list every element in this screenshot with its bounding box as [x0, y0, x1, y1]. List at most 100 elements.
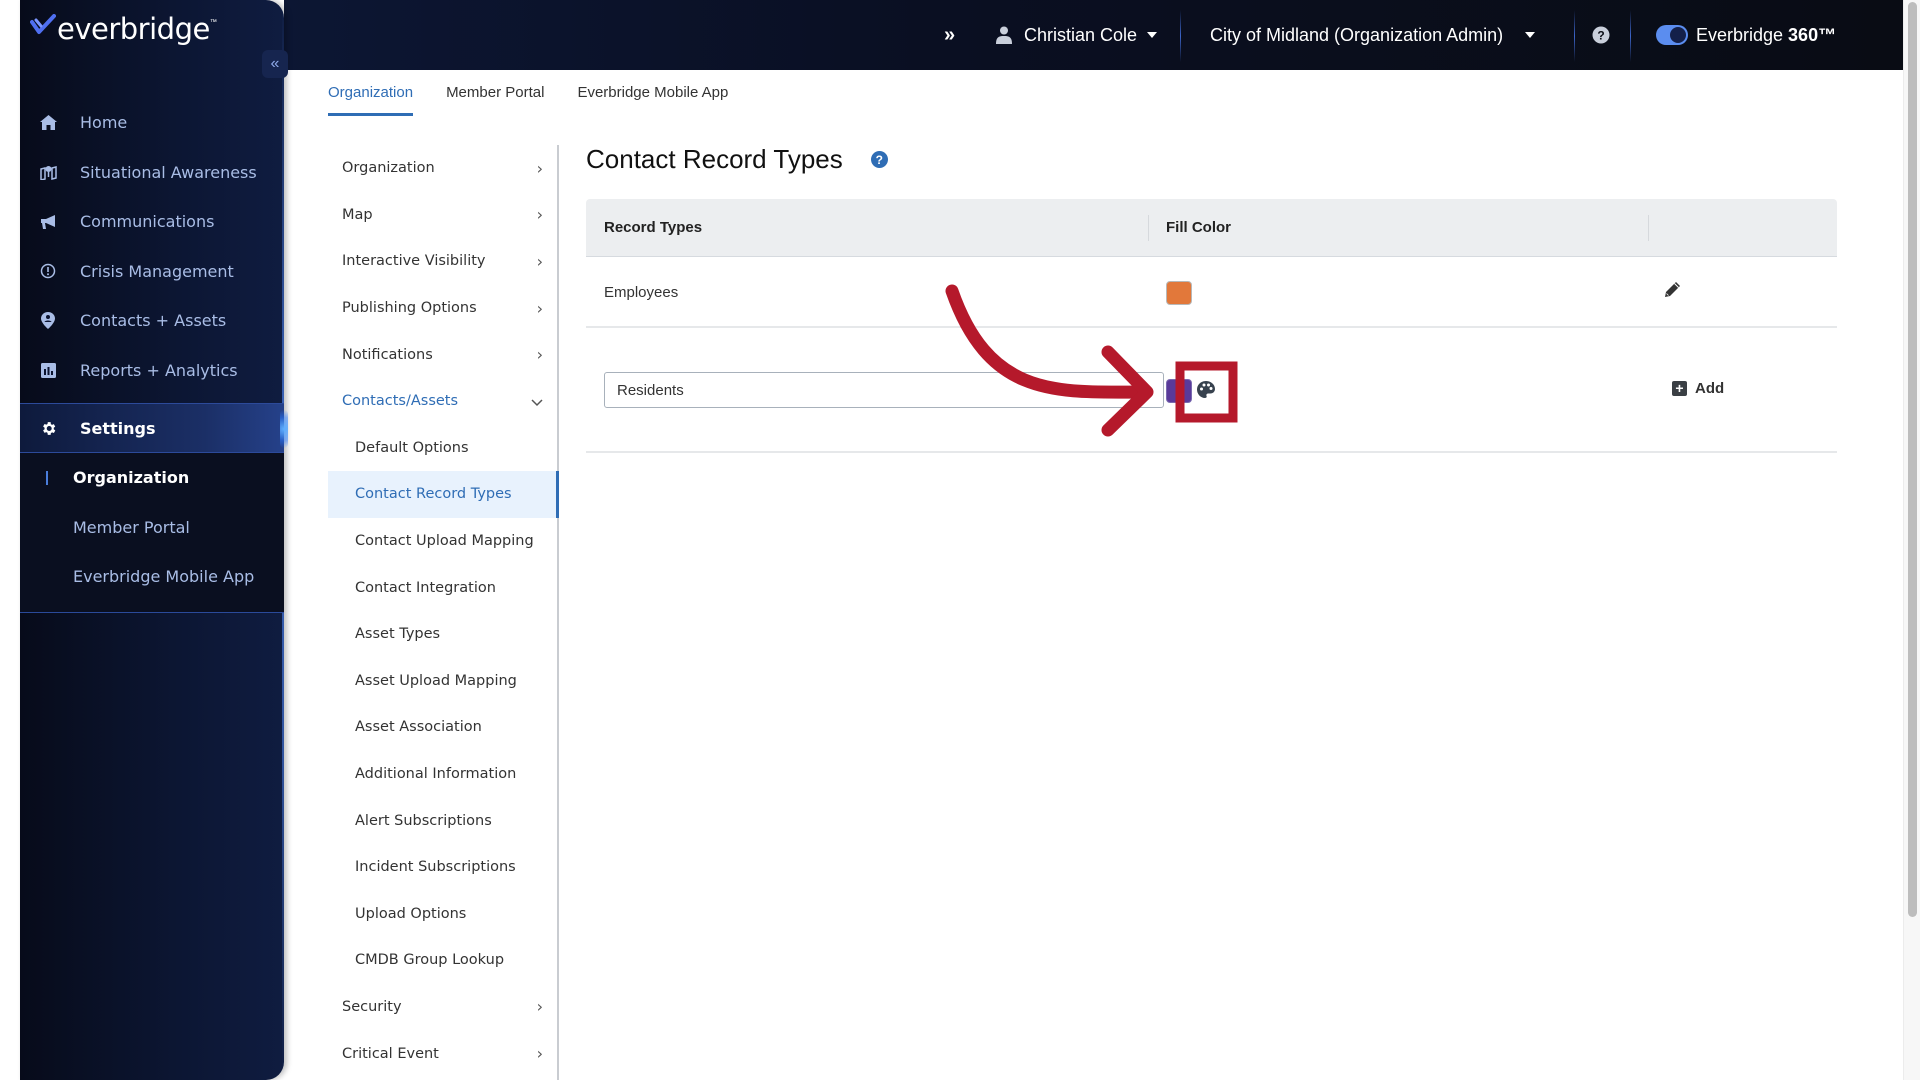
topbar-divider	[1574, 10, 1575, 62]
column-header-fill-color: Fill Color	[1166, 219, 1231, 236]
secnav-map[interactable]: Map ›	[328, 192, 557, 239]
secnav-upload-options[interactable]: Upload Options	[328, 891, 557, 938]
expand-button[interactable]: »	[944, 0, 955, 70]
secnav-publishing-options[interactable]: Publishing Options ›	[328, 285, 557, 332]
everbridge-logo[interactable]: everbridge ™	[30, 10, 217, 44]
sidebar: everbridge ™ Home Situational Awareness …	[20, 0, 288, 1080]
add-record-type-button[interactable]: + Add	[1672, 380, 1724, 397]
sidebar-subitem-mobile-app[interactable]: Everbridge Mobile App	[20, 552, 284, 602]
secnav-organization[interactable]: Organization ›	[328, 145, 557, 192]
logo-wordmark: everbridge	[57, 12, 210, 46]
secnav-asset-upload-mapping[interactable]: Asset Upload Mapping	[328, 658, 557, 705]
fill-color-swatch	[1166, 281, 1192, 305]
everbridge-360-toggle[interactable]: Everbridge 360™	[1656, 0, 1836, 70]
secnav-label: Security	[342, 998, 402, 1015]
gear-icon	[38, 418, 58, 438]
secnav-label: Notifications	[342, 346, 433, 363]
settings-subnav: Organization Member Portal Everbridge Mo…	[20, 453, 284, 613]
sidebar-item-label: Reports + Analytics	[80, 360, 238, 380]
record-type-name-input[interactable]	[604, 372, 1164, 408]
double-chevron-right-icon: »	[944, 23, 956, 46]
sidebar-item-label: Home	[80, 113, 128, 133]
help-circle-icon[interactable]: ?	[870, 151, 888, 168]
edit-pencil-icon[interactable]	[1664, 281, 1681, 302]
secnav-default-options[interactable]: Default Options	[328, 425, 557, 472]
settings-tabs: Organization Member Portal Everbridge Mo…	[328, 84, 761, 116]
logo-trademark: ™	[209, 19, 217, 26]
secnav-cmdb-group-lookup[interactable]: CMDB Group Lookup	[328, 937, 557, 984]
main-nav: Home Situational Awareness Communication…	[20, 98, 288, 613]
sidebar-item-crisis-management[interactable]: Crisis Management	[20, 247, 284, 297]
sidebar-item-label: Contacts + Assets	[80, 311, 227, 331]
tab-organization[interactable]: Organization	[328, 84, 414, 116]
sidebar-item-situational-awareness[interactable]: Situational Awareness	[20, 148, 284, 198]
page-title: Contact Record Types	[586, 144, 843, 174]
sidebar-item-home[interactable]: Home	[20, 98, 284, 148]
sidebar-item-settings[interactable]: Settings	[20, 403, 288, 453]
sidebar-item-contacts-assets[interactable]: Contacts + Assets	[20, 296, 284, 346]
settings-secondary-nav: Organization › Map › Interactive Visibilit…	[328, 145, 559, 1080]
secnav-additional-information[interactable]: Additional Information	[328, 751, 557, 798]
chevron-right-icon: ›	[536, 158, 543, 178]
add-label: Add	[1695, 380, 1725, 397]
secnav-asset-association[interactable]: Asset Association	[328, 704, 557, 751]
color-palette-button[interactable]	[1196, 380, 1216, 405]
secnav-label: Critical Event	[342, 1045, 439, 1062]
sidebar-item-label: Settings	[80, 418, 156, 438]
secnav-incident-subscriptions[interactable]: Incident Subscriptions	[328, 844, 557, 891]
contact-pin-icon	[38, 311, 58, 331]
sidebar-subitem-organization[interactable]: Organization	[20, 453, 284, 503]
secnav-contact-integration[interactable]: Contact Integration	[328, 564, 557, 611]
tab-mobile-app[interactable]: Everbridge Mobile App	[577, 84, 728, 116]
secnav-contact-record-types[interactable]: Contact Record Types	[328, 471, 559, 518]
secnav-contact-upload-mapping[interactable]: Contact Upload Mapping	[328, 518, 557, 565]
secnav-label: Map	[342, 206, 373, 223]
map-pin-icon	[38, 162, 58, 182]
chevron-right-icon: ›	[536, 251, 543, 271]
sidebar-item-reports-analytics[interactable]: Reports + Analytics	[20, 346, 284, 396]
chevron-right-icon: ›	[536, 298, 543, 318]
sidebar-item-label: Crisis Management	[80, 261, 234, 281]
home-icon	[38, 113, 58, 133]
product-suffix: 360™	[1788, 24, 1837, 45]
collapse-sidebar-button[interactable]: «	[262, 50, 288, 78]
secnav-interactive-visibility[interactable]: Interactive Visibility ›	[328, 238, 557, 285]
table-header: Record Types Fill Color	[586, 199, 1837, 257]
sidebar-item-label: Situational Awareness	[80, 162, 257, 182]
scrollbar-thumb[interactable]	[1908, 2, 1917, 917]
organization-menu[interactable]: City of Midland (Organization Admin)	[1210, 0, 1536, 70]
topbar-divider	[1180, 10, 1181, 62]
toggle-switch[interactable]	[1656, 25, 1688, 45]
chevron-right-icon: ›	[536, 345, 543, 365]
secnav-security[interactable]: Security ›	[328, 984, 557, 1031]
product-prefix: Everbridge	[1696, 24, 1784, 45]
secnav-critical-event[interactable]: Critical Event ›	[328, 1030, 557, 1077]
tutorial-annotation	[945, 284, 1238, 437]
sidebar-item-communications[interactable]: Communications	[20, 197, 284, 247]
sidebar-subitem-member-portal[interactable]: Member Portal	[20, 503, 284, 553]
record-type-name: Employees	[604, 284, 679, 301]
sidebar-item-label: Communications	[80, 212, 215, 232]
new-fill-color-swatch	[1166, 379, 1192, 403]
secnav-label: Publishing Options	[342, 300, 477, 317]
chevron-down-icon	[531, 392, 543, 411]
table-row: Employees	[586, 257, 1837, 328]
user-name: Christian Cole	[1024, 24, 1138, 45]
page-scrollbar[interactable]	[1903, 0, 1920, 1080]
secnav-label: Interactive Visibility	[342, 253, 486, 270]
secnav-contacts-assets[interactable]: Contacts/Assets	[328, 378, 557, 425]
chevron-right-icon: ›	[536, 1044, 543, 1064]
topbar-divider	[1630, 10, 1631, 62]
user-menu[interactable]: Christian Cole	[996, 0, 1158, 70]
secnav-alert-subscriptions[interactable]: Alert Subscriptions	[328, 797, 557, 844]
help-button[interactable]: ?	[1592, 0, 1610, 70]
record-types-table: Record Types Fill Color Employees + Add	[586, 199, 1837, 453]
megaphone-icon	[38, 212, 58, 232]
plus-square-icon: +	[1672, 381, 1687, 396]
organization-name: City of Midland (Organization Admin)	[1210, 24, 1504, 45]
secnav-asset-types[interactable]: Asset Types	[328, 611, 557, 658]
bar-chart-icon	[38, 360, 58, 380]
tab-member-portal[interactable]: Member Portal	[446, 84, 544, 116]
secnav-notifications[interactable]: Notifications ›	[328, 331, 557, 378]
secnav-label: Organization	[342, 160, 435, 177]
